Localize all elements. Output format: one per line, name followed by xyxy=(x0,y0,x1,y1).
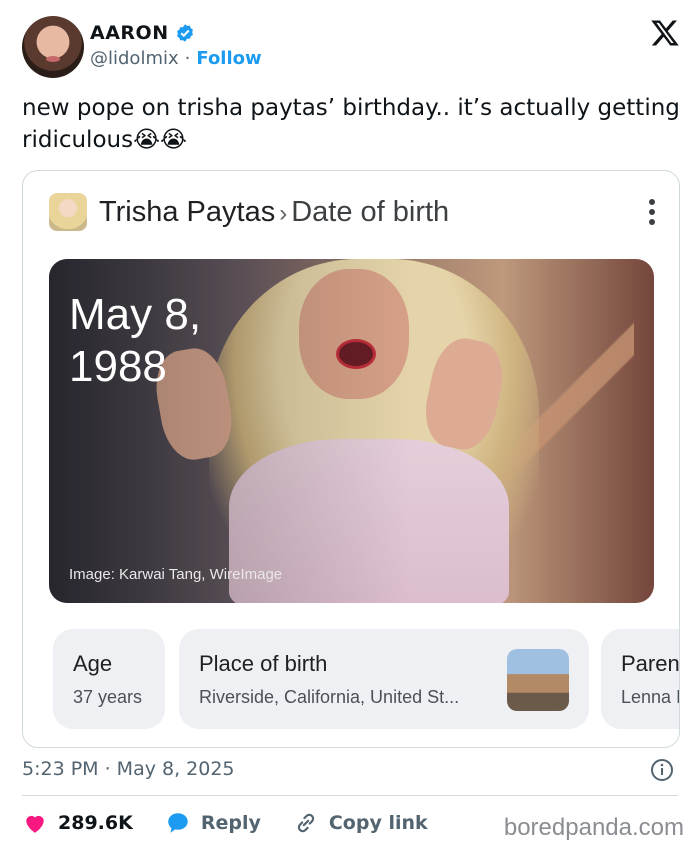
breadcrumb-separator: › xyxy=(279,199,288,227)
fact-value: Lenna I xyxy=(621,687,680,707)
like-count: 289.6K xyxy=(58,812,133,834)
reply-bubble-icon xyxy=(168,813,188,833)
verified-badge-icon xyxy=(176,24,193,42)
tweet-actions: 289.6K Reply Copy link xyxy=(22,808,428,838)
facts-carousel: Age 37 years Place of birth Riverside, C… xyxy=(53,629,680,731)
fact-label: Place of birth xyxy=(199,651,328,676)
reply-label: Reply xyxy=(200,812,261,834)
fact-place-of-birth[interactable]: Place of birth Riverside, California, Un… xyxy=(179,629,589,729)
author-avatar[interactable] xyxy=(22,16,84,78)
author-name[interactable]: AARON xyxy=(90,22,169,44)
copy-link-button[interactable]: Copy link xyxy=(293,810,428,836)
author-info: AARON @lidolmix · Follow xyxy=(90,22,262,69)
tweet-header: AARON @lidolmix · Follow xyxy=(22,16,682,80)
breadcrumb-entity[interactable]: Trisha Paytas xyxy=(99,196,275,228)
link-icon xyxy=(297,813,314,833)
birth-date-line2: 1988 xyxy=(69,342,167,391)
fact-value: Riverside, California, United St... xyxy=(199,687,460,707)
tweet-text: new pope on trisha paytas’ birthday.. it… xyxy=(22,95,680,153)
reply-button[interactable]: Reply xyxy=(165,810,261,836)
copy-link-label: Copy link xyxy=(328,812,428,834)
fact-label: Paren xyxy=(621,651,680,676)
card-header: Trisha Paytas › Date of birth xyxy=(49,193,449,231)
author-handle[interactable]: @lidolmix xyxy=(90,48,179,69)
fact-parents[interactable]: Paren Lenna I xyxy=(601,629,680,729)
more-options-icon[interactable] xyxy=(643,197,661,227)
watermark: boredpanda.com xyxy=(503,814,684,841)
breadcrumb: Trisha Paytas › Date of birth xyxy=(99,196,449,229)
hero-image[interactable]: May 8, 1988 Image: Karwai Tang, WireImag… xyxy=(49,259,654,603)
tweet-timestamp[interactable]: 5:23 PM · May 8, 2025 xyxy=(22,758,235,780)
like-button[interactable]: 289.6K xyxy=(22,810,133,836)
fact-value: 37 years xyxy=(73,687,143,707)
google-knowledge-card: Trisha Paytas › Date of birth May 8, 1988 … xyxy=(22,170,680,748)
birth-date-line1: May 8, xyxy=(69,290,202,339)
place-thumbnail xyxy=(507,649,569,711)
handle-separator: · xyxy=(184,48,191,69)
fact-label: Age xyxy=(73,651,113,676)
fact-age[interactable]: Age 37 years xyxy=(53,629,165,729)
info-icon[interactable] xyxy=(650,758,674,782)
divider xyxy=(22,795,678,796)
entity-thumbnail[interactable] xyxy=(49,193,87,231)
breadcrumb-attribute: Date of birth xyxy=(291,195,450,228)
heart-icon xyxy=(26,815,44,833)
follow-button[interactable]: Follow xyxy=(196,48,261,69)
birth-date: May 8, 1988 xyxy=(69,289,201,393)
x-logo-icon[interactable] xyxy=(650,18,680,48)
image-credit: Image: Karwai Tang, WireImage xyxy=(69,566,283,583)
